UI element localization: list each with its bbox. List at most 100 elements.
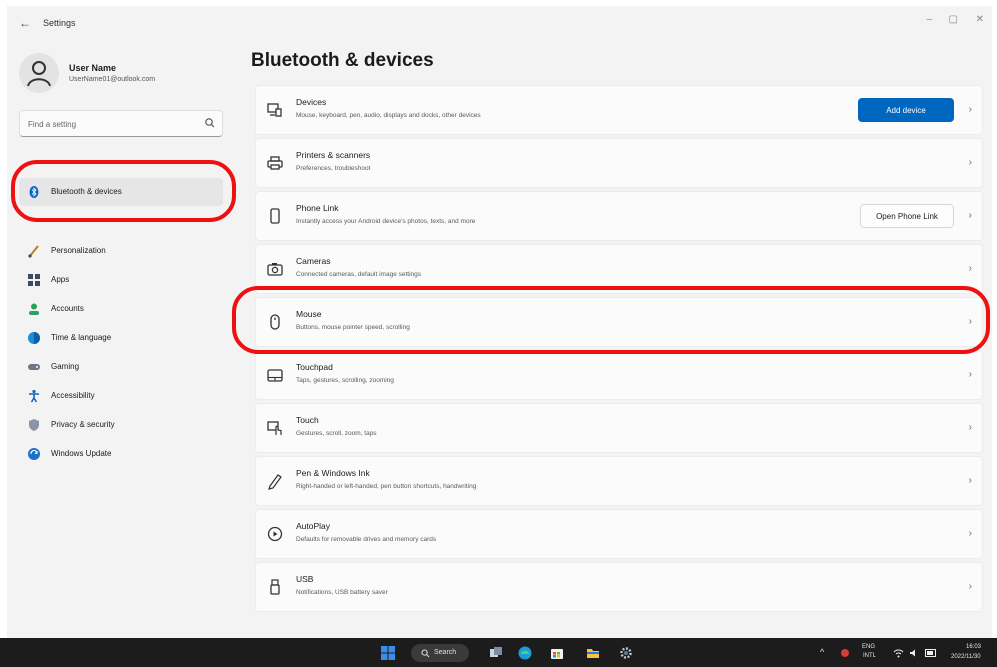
chevron-right-icon: › <box>968 104 972 115</box>
sidebar-item-label: Accessibility <box>51 391 95 400</box>
minimize-button[interactable]: – <box>926 14 932 25</box>
taskbar-search-icon <box>421 649 430 658</box>
card-title: Touchpad <box>296 362 333 372</box>
avatar <box>19 53 59 93</box>
printer-icon <box>267 156 283 170</box>
card-pen-windows-ink[interactable]: Pen & Windows Ink Right-handed or left-h… <box>255 456 983 506</box>
sidebar-item-bluetooth-devices[interactable]: Bluetooth & devices <box>19 178 223 206</box>
touch-icon <box>267 421 282 435</box>
store-icon[interactable] <box>550 646 564 660</box>
sidebar-item-label: Time & language <box>51 333 112 342</box>
sidebar-item-windows-update[interactable]: Windows Update <box>19 440 223 468</box>
card-subtitle: Mouse, keyboard, pen, audio, displays an… <box>296 112 481 119</box>
sidebar-item-apps[interactable]: Apps <box>19 266 223 294</box>
chevron-right-icon: › <box>968 581 972 592</box>
card-subtitle: Instantly access your Android device's p… <box>296 218 476 225</box>
sidebar-item-label: Gaming <box>51 362 80 371</box>
settings-window: ← Settings – ▢ ✕ User Name UserName01@ou… <box>7 6 992 638</box>
sidebar-item-time-language[interactable]: Time & language <box>19 324 223 352</box>
card-subtitle: Connected cameras, default image setting… <box>296 271 422 278</box>
chevron-right-icon: › <box>968 422 972 433</box>
windows-start-icon[interactable] <box>381 646 395 660</box>
app-title: Settings <box>43 18 76 28</box>
card-title: AutoPlay <box>296 521 331 531</box>
sidebar-item-label: Apps <box>51 275 70 284</box>
card-subtitle: Buttons, mouse pointer speed, scrolling <box>296 324 410 331</box>
card-subtitle: Defaults for removable drives and memory… <box>296 536 437 543</box>
apps-icon <box>28 274 40 286</box>
wifi-icon[interactable] <box>893 648 904 658</box>
card-subtitle: Notifications, USB battery saver <box>296 589 388 596</box>
card-title: Printers & scanners <box>296 150 371 160</box>
shield-icon <box>29 419 39 431</box>
card-title: Cameras <box>296 256 331 266</box>
tray-time[interactable]: 16:03 <box>966 644 981 650</box>
tray-chevron-up-icon[interactable]: ^ <box>820 647 824 657</box>
volume-icon[interactable] <box>909 648 919 658</box>
tray-date[interactable]: 2022/11/30 <box>951 654 981 660</box>
card-devices[interactable]: Devices Mouse, keyboard, pen, audio, dis… <box>255 85 983 135</box>
touchpad-icon <box>267 369 283 382</box>
chevron-right-icon: › <box>968 263 972 274</box>
usb-icon <box>270 579 280 595</box>
card-printers-scanners[interactable]: Printers & scanners Preferences, trouble… <box>255 138 983 188</box>
search-placeholder: Find a setting <box>28 120 77 129</box>
chevron-right-icon: › <box>968 528 972 539</box>
card-subtitle: Taps, gestures, scrolling, zooming <box>296 377 394 384</box>
card-title: USB <box>296 574 314 584</box>
close-button[interactable]: ✕ <box>976 14 984 25</box>
card-title: Devices <box>296 97 327 107</box>
accessibility-icon <box>29 389 39 403</box>
tray-language-sub[interactable]: INTL <box>863 653 876 659</box>
sidebar-item-accounts[interactable]: Accounts <box>19 295 223 323</box>
bluetooth-icon <box>29 186 39 198</box>
card-mouse[interactable]: Mouse Buttons, mouse pointer speed, scro… <box>255 297 983 347</box>
sidebar-item-personalization[interactable]: Personalization <box>19 237 223 265</box>
file-explorer-icon[interactable] <box>586 646 600 660</box>
taskbar-search[interactable]: Search <box>411 644 469 662</box>
tray-app-icon[interactable] <box>840 648 850 658</box>
maximize-button[interactable]: ▢ <box>949 14 958 25</box>
card-cameras[interactable]: Cameras Connected cameras, default image… <box>255 244 983 294</box>
chevron-right-icon: › <box>968 210 972 221</box>
sidebar-item-label: Bluetooth & devices <box>51 187 122 196</box>
sidebar-item-label: Windows Update <box>51 449 112 458</box>
battery-icon[interactable] <box>925 649 937 657</box>
chevron-right-icon: › <box>968 475 972 486</box>
taskbar: Search ^ ENG INTL 16:03 2022/11/30 <box>0 638 997 667</box>
settings-gear-icon[interactable] <box>619 646 633 660</box>
pen-icon <box>268 474 282 490</box>
sidebar-item-gaming[interactable]: Gaming <box>19 353 223 381</box>
sidebar-item-accessibility[interactable]: Accessibility <box>19 382 223 410</box>
devices-icon <box>267 103 282 117</box>
card-autoplay[interactable]: AutoPlay Defaults for removable drives a… <box>255 509 983 559</box>
card-phone-link[interactable]: Phone Link Instantly access your Android… <box>255 191 983 241</box>
sidebar-item-label: Accounts <box>51 304 84 313</box>
add-device-button[interactable]: Add device <box>858 98 954 122</box>
globe-icon <box>28 332 40 344</box>
task-view-icon[interactable] <box>489 646 503 660</box>
edge-icon[interactable] <box>518 646 532 660</box>
chevron-right-icon: › <box>968 157 972 168</box>
brush-icon <box>28 245 39 258</box>
mouse-icon <box>270 314 280 330</box>
card-touchpad[interactable]: Touchpad Taps, gestures, scrolling, zoom… <box>255 350 983 400</box>
card-title: Phone Link <box>296 203 339 213</box>
back-arrow-icon[interactable]: ← <box>19 16 31 30</box>
card-usb[interactable]: USB Notifications, USB battery saver › <box>255 562 983 612</box>
open-phone-link-button[interactable]: Open Phone Link <box>860 204 954 228</box>
card-subtitle: Preferences, troubleshoot <box>296 165 371 172</box>
search-icon <box>205 118 215 128</box>
card-subtitle: Gestures, scroll, zoom, taps <box>296 430 377 437</box>
page-title: Bluetooth & devices <box>251 50 434 71</box>
card-touch[interactable]: Touch Gestures, scroll, zoom, taps › <box>255 403 983 453</box>
user-icon <box>27 61 51 87</box>
user-email: UserName01@outlook.com <box>69 76 156 83</box>
tray-language[interactable]: ENG <box>862 644 875 650</box>
camera-icon <box>267 263 283 276</box>
card-title: Mouse <box>296 309 322 319</box>
search-input[interactable]: Find a setting <box>19 110 223 137</box>
card-title: Touch <box>296 415 319 425</box>
user-profile[interactable]: User Name UserName01@outlook.com <box>19 50 229 100</box>
sidebar-item-privacy-security[interactable]: Privacy & security <box>19 411 223 439</box>
